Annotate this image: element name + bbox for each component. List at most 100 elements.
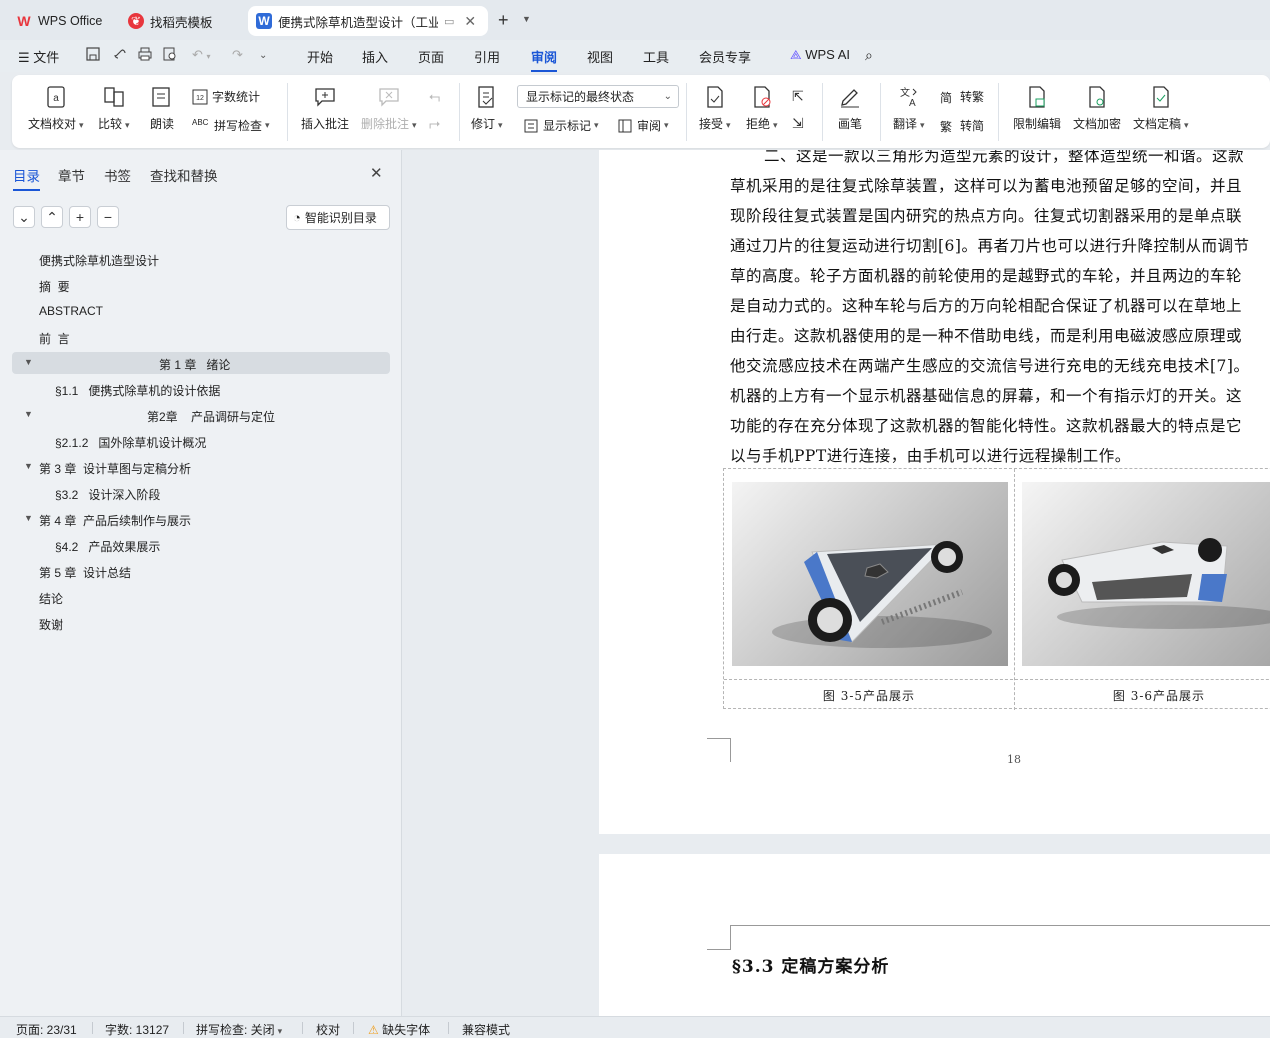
toc-item[interactable]: 摘 要 (39, 278, 70, 295)
expand-up-button[interactable]: ⌃ (41, 206, 63, 228)
proofread-status[interactable]: 校对 (316, 1021, 340, 1038)
to-traditional-button[interactable]: 简 转繁 (940, 88, 984, 105)
collapse-all-button[interactable]: ⌄ (13, 206, 35, 228)
pen-label: 画笔 (838, 117, 863, 131)
screen-icon[interactable]: ▭ (444, 15, 454, 28)
file-menu-label: 文件 (33, 50, 60, 65)
toc-item[interactable]: 结论 (39, 590, 63, 607)
tab-wps-office[interactable]: W WPS Office (8, 6, 114, 36)
word-count-button[interactable]: 12 字数统计 (192, 88, 260, 105)
spell-check-label: 拼写检查 (214, 119, 263, 133)
page-indicator[interactable]: 页面: 23/31 (16, 1021, 77, 1038)
menu-item-member[interactable]: 会员专享 (699, 47, 751, 66)
print-icon[interactable] (137, 46, 153, 65)
prev-comment-icon[interactable]: ⮢ (429, 88, 440, 105)
smart-toc-button[interactable]: ◔ 智能识别目录 (286, 205, 390, 230)
menu-item-insert[interactable]: 插入 (362, 47, 388, 66)
insert-comment-button[interactable]: 插入批注 (301, 85, 349, 132)
missing-font-status[interactable]: ⚠ 缺失字体 (368, 1021, 430, 1038)
toc-item[interactable]: 第2章 产品调研与定位 (147, 408, 275, 425)
next-comment-icon[interactable]: ⮣ (429, 115, 440, 132)
redo-icon[interactable]: ↷ (232, 47, 243, 63)
expand-triangle-icon[interactable]: ▼ (24, 409, 33, 419)
product-render-image[interactable] (732, 482, 1008, 666)
nav-tab-chapters[interactable]: 章节 (58, 165, 85, 185)
toc-item[interactable]: 前 言 (39, 330, 70, 347)
table-divider (724, 679, 1270, 680)
delete-comment-button[interactable]: 删除批注 ▾ (361, 85, 417, 132)
menu-item-view[interactable]: 视图 (587, 47, 613, 66)
toc-item[interactable]: §4.2 产品效果展示 (55, 538, 160, 555)
toc-item[interactable]: ABSTRACT (39, 304, 103, 318)
document-page[interactable]: 二、这是一款以三角形为造型元素的设计，整体造型统一和谐。这款 草机采用的是往复式… (599, 150, 1270, 834)
menu-item-reference[interactable]: 引用 (474, 47, 500, 66)
new-tab-icon[interactable]: + (498, 10, 509, 31)
mower-render-icon (1048, 538, 1270, 629)
menu-item-home[interactable]: 开始 (307, 47, 333, 66)
read-aloud-button[interactable]: 朗读 (150, 85, 174, 132)
toc-item[interactable]: 第 3 章 设计草图与定稿分析 (39, 460, 191, 477)
doc-check-button[interactable]: a 文档校对 ▾ (28, 85, 84, 132)
encrypt-button[interactable]: 文档加密 (1073, 85, 1121, 132)
close-pane-icon[interactable]: ✕ (370, 164, 383, 182)
product-render-image[interactable] (1022, 482, 1270, 666)
show-markup-button[interactable]: 显示标记 ▾ (523, 117, 599, 134)
to-simp-label: 转简 (960, 119, 985, 133)
pen-button[interactable]: 画笔 (838, 85, 862, 132)
header-line (730, 925, 1270, 926)
reject-button[interactable]: 拒绝 ▾ (746, 85, 778, 132)
toc-item[interactable]: 第 4 章 产品后续制作与展示 (39, 512, 191, 529)
translate-button[interactable]: 文A 翻译 ▾ (893, 85, 925, 132)
toc-item-selected[interactable]: 第 1 章 绪论 (159, 356, 230, 373)
tab-template[interactable]: ❦ 找稻壳模板 (120, 6, 242, 36)
expand-triangle-icon[interactable]: ▼ (24, 461, 33, 471)
compare-icon (104, 87, 124, 107)
finalize-button[interactable]: 文档定稿 ▾ (1133, 85, 1189, 132)
compare-button[interactable]: 比较 ▾ (98, 85, 130, 132)
remove-heading-button[interactable]: − (97, 206, 119, 228)
document-page[interactable]: §3.3 定稿方案分析 (599, 854, 1270, 1016)
nav-tab-bookmarks[interactable]: 书签 (104, 165, 131, 185)
spell-check-button[interactable]: ABC 拼写检查 ▾ (192, 117, 270, 134)
missing-font-label: 缺失字体 (382, 1023, 431, 1037)
toc-item[interactable]: 第 5 章 设计总结 (39, 564, 131, 581)
toc-item[interactable]: §3.2 设计深入阶段 (55, 486, 160, 503)
add-heading-button[interactable]: + (69, 206, 91, 228)
insert-comment-icon (315, 88, 335, 107)
share-icon[interactable] (112, 46, 128, 65)
close-tab-icon[interactable]: ✕ (464, 13, 476, 30)
prev-change-icon[interactable]: ⇱ (792, 88, 804, 105)
toc-item[interactable]: §2.1.2 国外除草机设计概况 (55, 434, 206, 451)
wps-ai-button[interactable]: ⟁ WPS AI (790, 47, 850, 63)
restrict-edit-button[interactable]: 限制编辑 (1013, 85, 1061, 132)
print-preview-icon[interactable] (162, 46, 178, 65)
spell-check-status[interactable]: 拼写检查: 关闭 ▾ (196, 1021, 282, 1038)
save-icon[interactable] (85, 46, 101, 65)
menu-item-tools[interactable]: 工具 (643, 47, 669, 66)
markup-state-select[interactable]: 显示标记的最终状态 ⌄ (517, 85, 679, 108)
tab-document[interactable]: W 便携式除草机造型设计（工业 ▭ ✕ (248, 6, 488, 36)
chevron-down-icon[interactable]: ▼ (522, 14, 531, 24)
accept-button[interactable]: 接受 ▾ (699, 85, 731, 132)
to-simplified-button[interactable]: 繁 转简 (940, 117, 984, 134)
nav-tab-find-replace[interactable]: 查找和替换 (150, 165, 218, 185)
search-icon[interactable]: ⌕ (865, 47, 873, 64)
insert-comment-label: 插入批注 (301, 117, 350, 131)
file-menu[interactable]: ☰ 文件 (18, 47, 59, 66)
wps-ai-label: WPS AI (805, 47, 851, 62)
next-change-icon[interactable]: ⇲ (792, 115, 804, 132)
toc-item[interactable]: 致谢 (39, 616, 63, 633)
toc-item[interactable]: §1.1 便携式除草机的设计依据 (55, 382, 220, 399)
word-count-indicator[interactable]: 字数: 13127 (105, 1021, 169, 1038)
more-chevron-icon[interactable]: ⌄ (259, 50, 267, 61)
undo-icon[interactable]: ↶ ▾ (192, 47, 211, 63)
toc-item[interactable]: 便携式除草机造型设计 (39, 252, 159, 269)
menu-item-review[interactable]: 审阅 (531, 47, 558, 72)
expand-triangle-icon[interactable]: ▼ (24, 357, 33, 367)
status-bar: 页面: 23/31 字数: 13127 拼写检查: 关闭 ▾ 校对 ⚠ 缺失字体 … (0, 1016, 1270, 1038)
menu-item-page[interactable]: 页面 (418, 47, 444, 66)
expand-triangle-icon[interactable]: ▼ (24, 513, 33, 523)
nav-tab-toc[interactable]: 目录 (13, 165, 40, 191)
track-changes-button[interactable]: 修订 ▾ (471, 85, 503, 132)
review-pane-button[interactable]: 审阅 ▾ (617, 117, 669, 134)
